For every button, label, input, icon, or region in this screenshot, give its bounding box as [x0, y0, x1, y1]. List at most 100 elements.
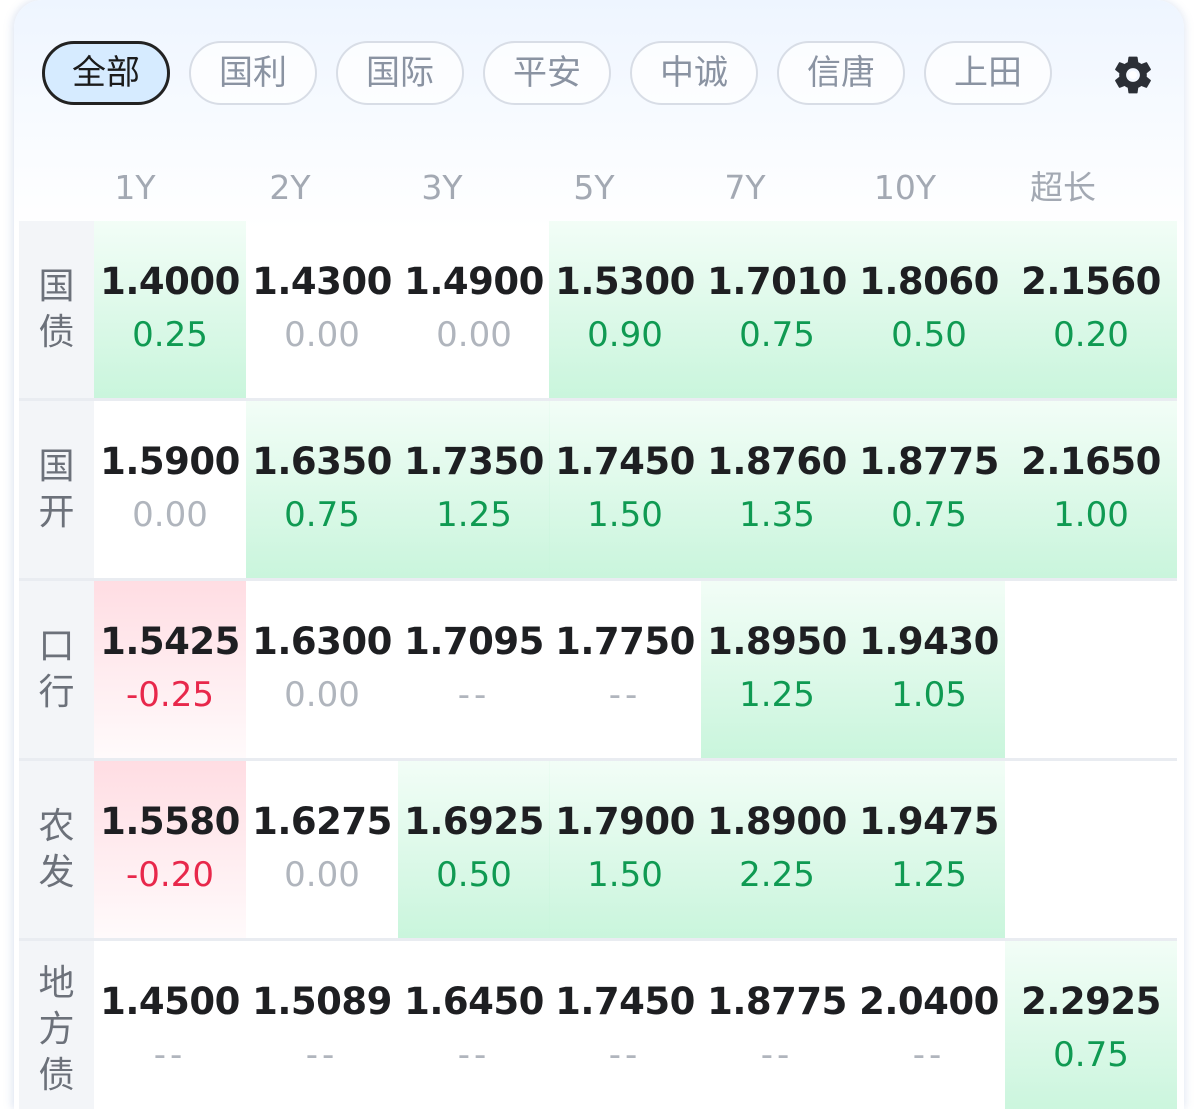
rate-value: 1.6350 [252, 440, 392, 483]
rates-card: 全部 国利 国际 平安 中诚 信唐 上田 1Y 2Y 3Y 5Y 7Y 10Y … [14, 0, 1184, 1109]
cell-1-4[interactable]: 1.8760 1.35 [701, 401, 853, 579]
col-header-7y: 7Y [724, 168, 766, 207]
change-value: -- [912, 1035, 946, 1075]
cell-4-1[interactable]: 1.5089 -- [246, 941, 398, 1109]
rate-value: 1.6275 [252, 800, 392, 843]
cell-3-6[interactable] [1005, 761, 1177, 939]
change-value: -- [305, 1035, 339, 1075]
cell-3-0[interactable]: 1.5580 -0.20 [94, 761, 246, 939]
change-value: 1.25 [891, 855, 967, 895]
change-value: -0.20 [126, 855, 214, 895]
row-label: 地方债 [19, 941, 94, 1109]
row-label: 口行 [19, 581, 94, 759]
tab-xintang[interactable]: 信唐 [777, 41, 905, 105]
cell-2-6[interactable] [1005, 581, 1177, 759]
cell-0-0[interactable]: 1.4000 0.25 [94, 221, 246, 399]
rate-value: 1.7750 [555, 620, 695, 663]
rate-value: 1.6450 [404, 980, 544, 1023]
rate-value: 2.0400 [859, 980, 999, 1023]
tab-all[interactable]: 全部 [42, 41, 170, 105]
tab-shangtian[interactable]: 上田 [924, 41, 1052, 105]
change-value: 0.20 [1053, 315, 1129, 355]
cell-3-3[interactable]: 1.7900 1.50 [549, 761, 701, 939]
rate-value: 1.7095 [404, 620, 544, 663]
change-value: 1.05 [891, 675, 967, 715]
tab-zhongcheng[interactable]: 中诚 [630, 41, 758, 105]
cell-2-4[interactable]: 1.8950 1.25 [701, 581, 853, 759]
cell-0-1[interactable]: 1.4300 0.00 [246, 221, 398, 399]
col-header-10y: 10Y [873, 168, 937, 207]
row-label: 国债 [19, 221, 94, 399]
cell-2-2[interactable]: 1.7095 -- [398, 581, 550, 759]
rate-value: 1.7450 [555, 980, 695, 1023]
cell-3-2[interactable]: 1.6925 0.50 [398, 761, 550, 939]
cell-0-5[interactable]: 1.8060 0.50 [853, 221, 1005, 399]
table-row: 口行 1.5425 -0.25 1.6300 0.00 1.7095 -- 1.775… [19, 581, 1177, 759]
cell-3-5[interactable]: 1.9475 1.25 [853, 761, 1005, 939]
cell-3-4[interactable]: 1.8900 2.25 [701, 761, 853, 939]
table-row: 地方债 1.4500 -- 1.5089 -- 1.6450 -- 1.7450 -- … [19, 941, 1177, 1109]
cell-0-6[interactable]: 2.1560 0.20 [1005, 221, 1177, 399]
cell-1-0[interactable]: 1.5900 0.00 [94, 401, 246, 579]
cell-3-1[interactable]: 1.6275 0.00 [246, 761, 398, 939]
col-header-1y: 1Y [114, 168, 156, 207]
rate-value: 1.9430 [859, 620, 999, 663]
table-row: 农发 1.5580 -0.20 1.6275 0.00 1.6925 0.50 1.7… [19, 761, 1177, 939]
rate-value: 1.7350 [404, 440, 544, 483]
tab-guoji[interactable]: 国际 [336, 41, 464, 105]
gear-icon[interactable] [1110, 52, 1156, 98]
cell-4-3[interactable]: 1.7450 -- [549, 941, 701, 1109]
change-value: 0.00 [284, 855, 360, 895]
cell-2-5[interactable]: 1.9430 1.05 [853, 581, 1005, 759]
rate-value: 2.1650 [1021, 440, 1161, 483]
cell-1-3[interactable]: 1.7450 1.50 [549, 401, 701, 579]
change-value: 0.25 [132, 315, 208, 355]
row-label: 国开 [19, 401, 94, 579]
cell-1-6[interactable]: 2.1650 1.00 [1005, 401, 1177, 579]
rate-value: 1.7010 [707, 260, 847, 303]
tab-pingan[interactable]: 平安 [483, 41, 611, 105]
change-value: -0.25 [126, 675, 214, 715]
rate-value: 1.4900 [404, 260, 544, 303]
cell-1-2[interactable]: 1.7350 1.25 [398, 401, 550, 579]
cell-2-3[interactable]: 1.7750 -- [549, 581, 701, 759]
change-value: 1.35 [739, 495, 815, 535]
cell-1-1[interactable]: 1.6350 0.75 [246, 401, 398, 579]
rate-value: 1.8775 [859, 440, 999, 483]
change-value: -- [457, 1035, 491, 1075]
change-value: 0.00 [436, 315, 512, 355]
cell-4-4[interactable]: 1.8775 -- [701, 941, 853, 1109]
cell-2-0[interactable]: 1.5425 -0.25 [94, 581, 246, 759]
change-value: 1.00 [1053, 495, 1129, 535]
tab-guoli[interactable]: 国利 [189, 41, 317, 105]
cell-1-5[interactable]: 1.8775 0.75 [853, 401, 1005, 579]
change-value: 2.25 [739, 855, 815, 895]
change-value: 0.00 [284, 315, 360, 355]
change-value: 0.75 [891, 495, 967, 535]
cell-0-2[interactable]: 1.4900 0.00 [398, 221, 550, 399]
cell-0-3[interactable]: 1.5300 0.90 [549, 221, 701, 399]
change-value: 0.00 [284, 675, 360, 715]
rate-value: 1.6925 [404, 800, 544, 843]
cell-2-1[interactable]: 1.6300 0.00 [246, 581, 398, 759]
rate-value: 1.8760 [707, 440, 847, 483]
rate-value: 1.5900 [100, 440, 240, 483]
rate-value: 1.5580 [100, 800, 240, 843]
change-value: -- [457, 675, 491, 715]
rate-value: 1.7450 [555, 440, 695, 483]
change-value: 0.75 [739, 315, 815, 355]
change-value: 1.50 [587, 855, 663, 895]
change-value: 0.90 [587, 315, 663, 355]
change-value: 1.50 [587, 495, 663, 535]
cell-4-2[interactable]: 1.6450 -- [398, 941, 550, 1109]
cell-4-6[interactable]: 2.2925 0.75 [1005, 941, 1177, 1109]
cell-4-5[interactable]: 2.0400 -- [853, 941, 1005, 1109]
change-value: 0.75 [1053, 1035, 1129, 1075]
rate-value: 1.8775 [707, 980, 847, 1023]
cell-4-0[interactable]: 1.4500 -- [94, 941, 246, 1109]
change-value: -- [608, 1035, 642, 1075]
cell-0-4[interactable]: 1.7010 0.75 [701, 221, 853, 399]
col-header-ultra-long: 超长 [1030, 168, 1096, 207]
change-value: -- [153, 1035, 187, 1075]
col-header-3y: 3Y [421, 168, 463, 207]
